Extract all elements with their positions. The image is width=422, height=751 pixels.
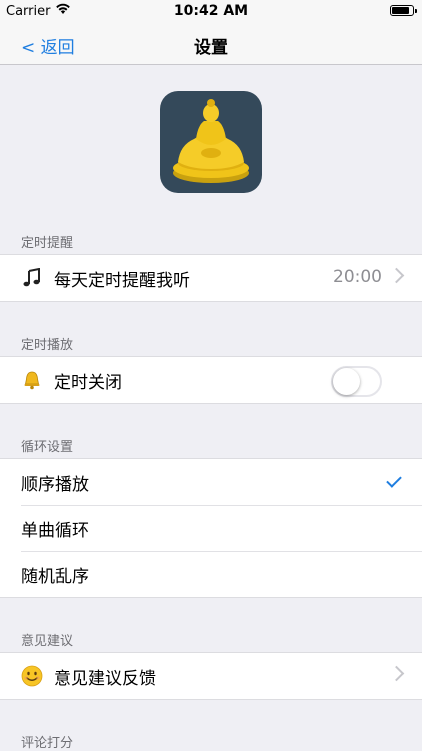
daily-reminder-label: 每天定时提醒我听 xyxy=(54,270,190,291)
bell-icon xyxy=(21,369,43,391)
reminder-time-value: 20:00 xyxy=(333,267,382,287)
section-header-loop: 循环设置 xyxy=(21,440,74,455)
shuffle-label: 随机乱序 xyxy=(21,566,89,587)
battery-level xyxy=(392,7,409,14)
timer-off-label: 定时关闭 xyxy=(54,372,122,393)
toggle-knob xyxy=(333,368,360,395)
group-feedback: 意见建议反馈 xyxy=(0,652,422,700)
timer-off-toggle[interactable] xyxy=(331,366,382,397)
single-loop-row[interactable]: 单曲循环 xyxy=(0,505,422,551)
music-note-icon xyxy=(21,267,43,289)
smiley-icon xyxy=(21,665,43,687)
status-time: 10:42 AM xyxy=(173,3,249,19)
shuffle-row[interactable]: 随机乱序 xyxy=(0,551,422,597)
section-header-timer: 定时播放 xyxy=(21,338,74,353)
timer-off-row: 定时关闭 xyxy=(0,357,422,403)
feedback-label: 意见建议反馈 xyxy=(54,668,156,689)
buddha-icon xyxy=(173,99,249,183)
single-loop-label: 单曲循环 xyxy=(21,520,89,541)
section-header-rating: 评论打分 xyxy=(21,736,74,751)
section-header-feedback: 意见建议 xyxy=(21,634,74,649)
group-loop: 顺序播放 单曲循环 随机乱序 xyxy=(0,458,422,598)
chevron-right-icon xyxy=(388,267,405,284)
status-bar: Carrier 10:42 AM xyxy=(0,0,422,22)
navigation-bar: < 返回 设置 xyxy=(0,22,422,65)
chevron-right-icon xyxy=(388,665,405,682)
sequential-play-row[interactable]: 顺序播放 xyxy=(0,459,422,505)
battery-icon xyxy=(390,5,417,16)
daily-reminder-row[interactable]: 每天定时提醒我听 20:00 xyxy=(0,255,422,301)
section-header-reminder: 定时提醒 xyxy=(21,236,74,251)
group-timer: 定时关闭 xyxy=(0,356,422,404)
page-title: 设置 xyxy=(194,38,228,58)
checkmark-icon xyxy=(386,472,402,488)
app-logo xyxy=(160,91,262,193)
group-reminder: 每天定时提醒我听 20:00 xyxy=(0,254,422,302)
feedback-row[interactable]: 意见建议反馈 xyxy=(0,653,422,699)
sequential-play-label: 顺序播放 xyxy=(21,474,89,495)
